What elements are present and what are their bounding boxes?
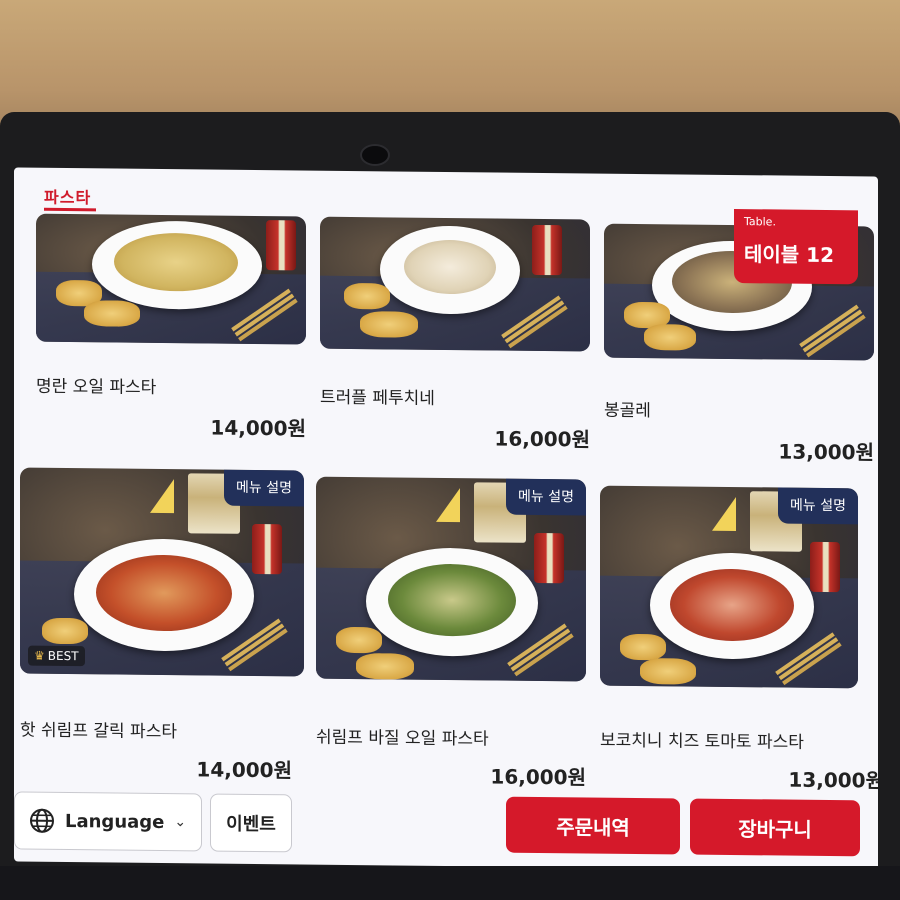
menu-name: 보코치니 치즈 토마토 파스타 — [600, 730, 804, 753]
table-number-badge: Table. 테이블 12 — [734, 209, 858, 285]
menu-card[interactable]: 명란 오일 파스타 14,000원 — [36, 213, 306, 441]
category-underline — [44, 207, 96, 212]
menu-price: 13,000원 — [788, 767, 878, 793]
best-badge: ♛ BEST — [28, 645, 85, 667]
menu-name: 핫 쉬림프 갈릭 파스타 — [20, 720, 177, 743]
best-label: BEST — [47, 648, 79, 664]
menu-price: 16,000원 — [490, 764, 586, 790]
order-history-button[interactable]: 주문내역 — [506, 796, 680, 855]
menu-description-button[interactable]: 메뉴 설명 — [506, 478, 586, 516]
menu-price: 14,000원 — [210, 415, 306, 441]
menu-name: 쉬림프 바질 오일 파스타 — [316, 727, 489, 750]
chevron-down-icon: ⌄ — [174, 814, 187, 831]
menu-name: 트러플 페투치네 — [320, 387, 435, 409]
menu-description-button[interactable]: 메뉴 설명 — [224, 469, 304, 507]
menu-description-button[interactable]: 메뉴 설명 — [778, 487, 858, 525]
kiosk-screen: 파스타 명란 오일 파스타 14,000원 트러플 페투치네 16,000원 봉… — [14, 167, 878, 871]
menu-card[interactable]: 메뉴 설명 보코치니 치즈 토마토 파스타 13,000원 — [600, 485, 878, 793]
menu-card[interactable]: 트러플 페투치네 16,000원 — [320, 216, 590, 452]
language-button[interactable]: Language ⌄ — [14, 791, 202, 852]
menu-card[interactable]: 메뉴 설명 쉬림프 바질 오일 파스타 16,000원 — [316, 476, 586, 789]
crown-icon: ♛ — [34, 648, 45, 663]
language-label: Language — [65, 810, 165, 833]
menu-price: 14,000원 — [196, 757, 292, 783]
food-photo[interactable]: 메뉴 설명 ♛ BEST — [20, 467, 304, 677]
event-button[interactable]: 이벤트 — [210, 793, 292, 853]
category-title[interactable]: 파스타 — [44, 184, 91, 208]
food-photo[interactable] — [320, 216, 590, 352]
menu-price: 13,000원 — [778, 439, 874, 465]
table-label: 테이블 12 — [744, 242, 834, 268]
menu-card[interactable]: 메뉴 설명 ♛ BEST 핫 쉬림프 갈릭 파스타 14,000원 — [20, 467, 304, 782]
menu-name: 봉골레 — [604, 400, 651, 422]
globe-icon — [30, 808, 54, 833]
menu-price: 16,000원 — [494, 426, 590, 452]
tablet-bottom-bezel — [0, 866, 900, 900]
food-photo[interactable] — [36, 213, 306, 345]
food-photo[interactable]: 메뉴 설명 — [316, 476, 586, 682]
cart-button[interactable]: 장바구니 — [690, 798, 860, 857]
menu-name: 명란 오일 파스타 — [36, 376, 157, 398]
food-photo[interactable]: 메뉴 설명 — [600, 485, 858, 689]
table-caption: Table. — [744, 215, 776, 229]
camera-icon — [360, 144, 390, 166]
